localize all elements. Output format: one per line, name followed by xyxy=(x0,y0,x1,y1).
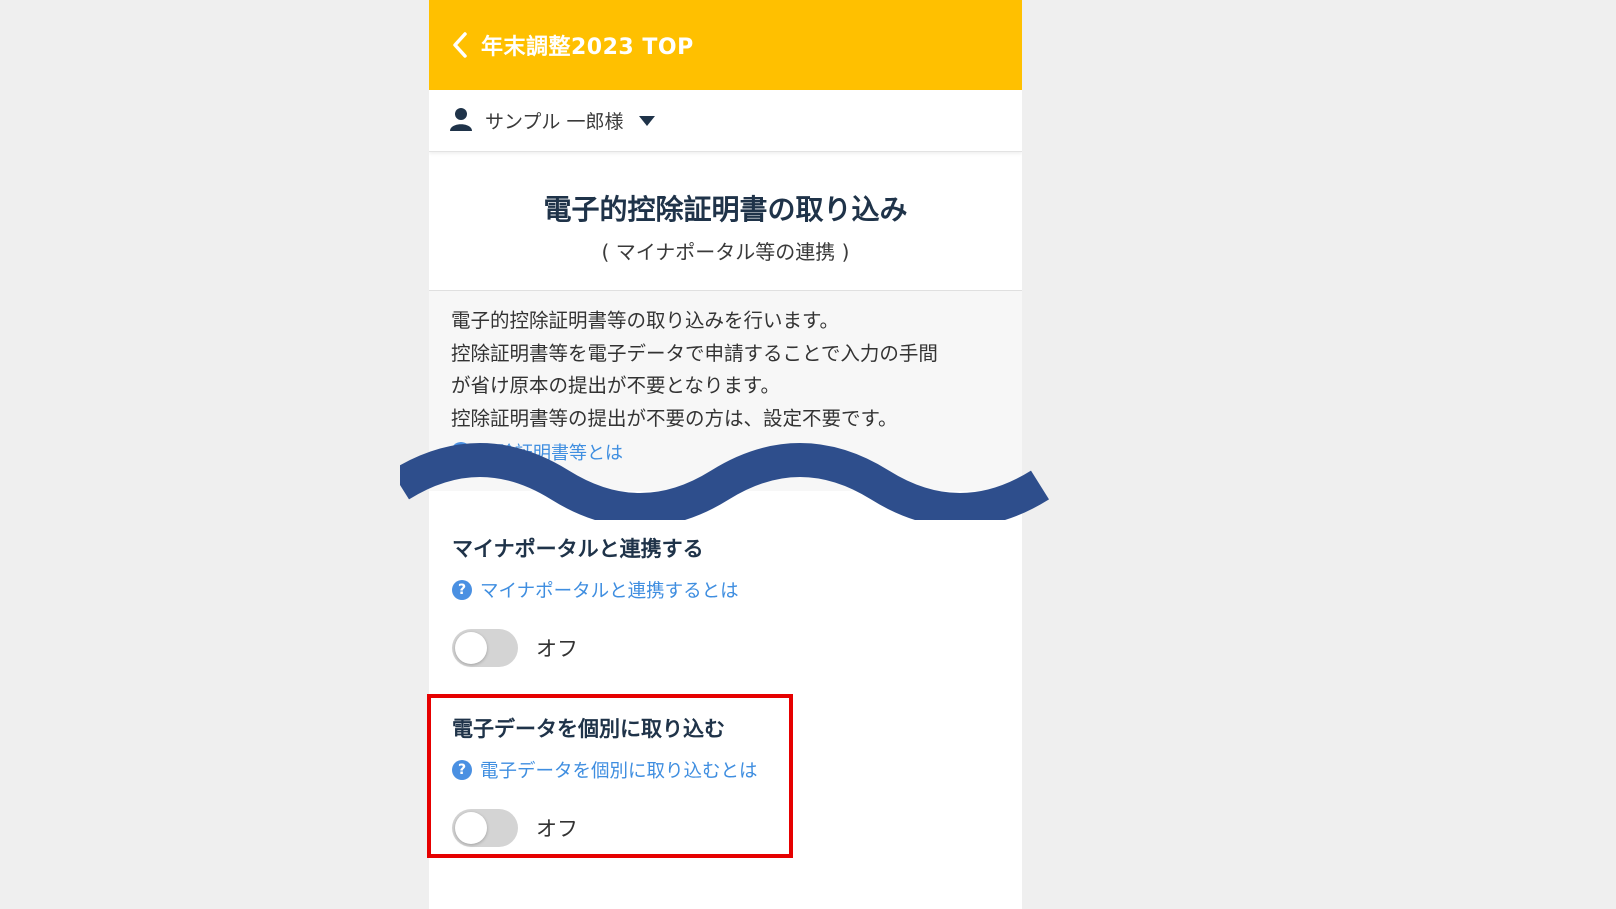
question-icon: ? xyxy=(452,580,472,600)
top-link-title[interactable]: 年末調整2023 TOP xyxy=(481,29,694,61)
help-link-myna-portal[interactable]: ? マイナポータルと連携するとは xyxy=(452,577,792,603)
myna-portal-toggle[interactable] xyxy=(452,629,518,667)
description-line: 控除証明書等の提出が不要の方は、設定不要です。 xyxy=(451,406,898,430)
user-name: サンプル 一郎様 xyxy=(485,111,624,133)
toggle-knob xyxy=(455,632,487,664)
page-subtitle: ( マイナポータル等の連携 ) xyxy=(601,239,850,264)
chevron-left-icon[interactable] xyxy=(447,32,473,58)
caret-down-icon[interactable] xyxy=(639,115,656,126)
section-myna-portal: マイナポータルと連携する ? マイナポータルと連携するとは オフ xyxy=(452,533,792,667)
description-line: が省け原本の提出が不要となります。 xyxy=(451,374,780,397)
toggle-label: オフ xyxy=(536,637,578,661)
page-title: 電子的控除証明書の取り込み xyxy=(543,192,908,226)
wave-divider xyxy=(400,443,1050,520)
description-line: 控除証明書等を電子データで申請することで入力の手間 xyxy=(451,341,938,365)
description-line: 電子的控除証明書等の取り込みを行います。 xyxy=(451,309,840,332)
top-bar: 年末調整2023 TOP xyxy=(429,0,1022,90)
help-link-text: マイナポータルと連携するとは xyxy=(480,581,739,602)
person-icon xyxy=(449,107,473,135)
highlight-box xyxy=(427,694,793,858)
toggle-row: オフ xyxy=(452,629,792,667)
page-header: 電子的控除証明書の取り込み ( マイナポータル等の連携 ) xyxy=(429,152,1022,291)
user-selector[interactable]: サンプル 一郎様 xyxy=(429,90,1022,152)
section-title: マイナポータルと連携する xyxy=(452,537,704,561)
